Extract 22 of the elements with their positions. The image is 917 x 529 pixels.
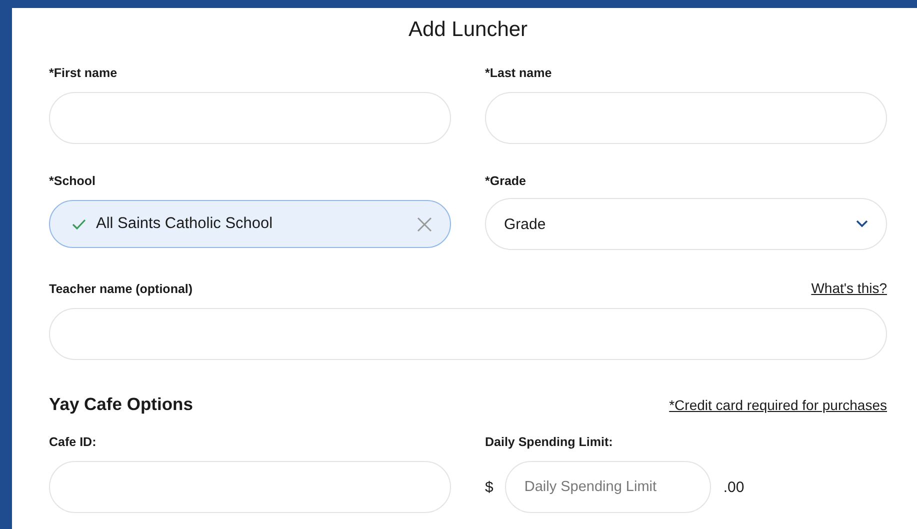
section-heading: Yay Cafe Options: [49, 394, 193, 415]
input-field[interactable]: Daily Spending Limit: [505, 461, 712, 513]
whats-this-link[interactable]: What's this?: [811, 280, 887, 296]
input-field[interactable]: [485, 92, 887, 144]
field-label: *First name: [49, 66, 118, 80]
currency-symbol: $: [485, 478, 494, 496]
field-label: Teacher name (optional): [49, 282, 193, 296]
field-label: *Last name: [485, 66, 553, 80]
field-label: *School: [49, 174, 97, 188]
school-field[interactable]: All Saints Catholic School: [49, 200, 451, 248]
grade-dropdown[interactable]: Grade: [485, 198, 887, 250]
field-label: Cafe ID:: [49, 435, 98, 449]
input-field[interactable]: [49, 92, 451, 144]
chevron-down-icon: [856, 220, 868, 228]
form-title: Add Luncher: [407, 18, 529, 42]
field-label: *Grade: [485, 174, 527, 188]
clear-icon[interactable]: [417, 216, 432, 232]
credit-card-note-link[interactable]: *Credit card required for purchases: [669, 397, 887, 413]
cents-suffix: .00: [723, 478, 744, 496]
input-field[interactable]: [49, 461, 451, 513]
field-label: Daily Spending Limit:: [485, 435, 614, 449]
input-field[interactable]: [49, 308, 887, 360]
